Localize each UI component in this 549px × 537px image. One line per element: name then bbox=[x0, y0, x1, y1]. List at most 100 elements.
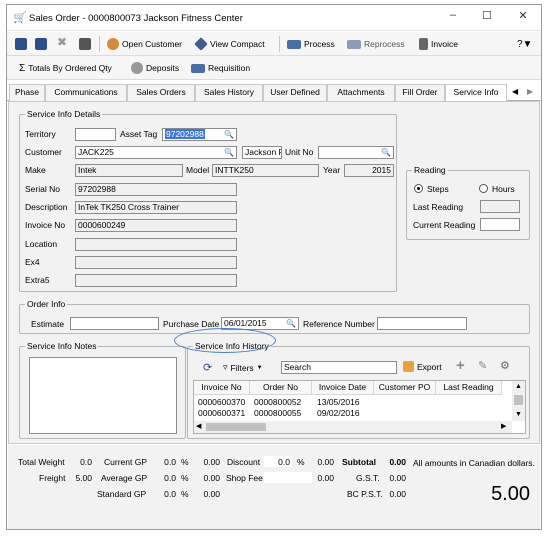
help-button[interactable]: ?▼ bbox=[517, 37, 532, 51]
save-close-button[interactable] bbox=[35, 37, 47, 51]
hours-radio[interactable] bbox=[479, 184, 488, 193]
customer-name-input[interactable]: Jackson Fi bbox=[242, 146, 282, 159]
totals-footer: Total Weight 0.0 Freight 5.00 Current GP… bbox=[8, 445, 540, 529]
average-gp-pct: 0.0 bbox=[164, 473, 176, 483]
requisition-truck-icon bbox=[191, 63, 205, 73]
deposits-button[interactable]: Deposits bbox=[131, 61, 179, 75]
filter-icon: ▿ bbox=[223, 362, 228, 372]
gst-label: G.S.T. bbox=[356, 473, 380, 483]
model-field: INTTK250 bbox=[212, 164, 319, 177]
shop-fee-input[interactable] bbox=[264, 472, 312, 483]
scroll-up-icon[interactable]: ▲ bbox=[515, 383, 522, 390]
pct-sign: % bbox=[181, 489, 189, 499]
save-icon bbox=[15, 38, 27, 50]
tab-scroll-right-icon[interactable]: ▶ bbox=[527, 87, 533, 96]
reference-number-input[interactable] bbox=[377, 317, 467, 330]
print-button[interactable] bbox=[79, 37, 91, 51]
model-label: Model bbox=[186, 165, 210, 175]
process-button[interactable]: Process bbox=[287, 37, 335, 51]
col-customer-po[interactable]: Customer PO bbox=[374, 381, 436, 395]
current-reading-input[interactable] bbox=[480, 218, 520, 231]
col-invoice-date[interactable]: Invoice Date bbox=[312, 381, 374, 395]
subtotal-value: 0.00 bbox=[389, 457, 406, 467]
horizontal-scrollbar[interactable]: ◀ ▶ bbox=[194, 421, 512, 433]
settings-icon[interactable]: ⚙ bbox=[500, 359, 510, 372]
customer-search-icon[interactable]: 🔍 bbox=[224, 147, 234, 158]
reprocess-button[interactable]: Reprocess bbox=[347, 37, 405, 51]
territory-label: Territory bbox=[25, 129, 56, 139]
truck-icon bbox=[287, 39, 301, 49]
pct-sign: % bbox=[181, 473, 189, 483]
refresh-icon[interactable]: ⟳ bbox=[203, 361, 212, 374]
currency-note: All amounts in Canadian dollars. bbox=[413, 458, 535, 468]
table-cell[interactable]: 0000600371 bbox=[198, 408, 245, 416]
table-cell[interactable]: 0000800052 bbox=[254, 397, 301, 407]
col-last-reading[interactable]: Last Reading bbox=[436, 381, 502, 395]
purchase-date-search-icon[interactable]: 🔍 bbox=[286, 318, 296, 329]
open-customer-button[interactable]: Open Customer bbox=[107, 37, 182, 51]
discount-pct: 0.0 bbox=[278, 457, 290, 467]
table-cell[interactable]: 13/05/2016 bbox=[317, 397, 360, 407]
asset-tag-input[interactable]: 97202988 🔍 bbox=[162, 128, 237, 141]
reference-number-label: Reference Number bbox=[303, 319, 375, 329]
table-cell[interactable]: 09/02/2016 bbox=[317, 408, 360, 416]
tab-sales-history[interactable]: Sales History bbox=[195, 84, 263, 101]
customer-icon bbox=[107, 38, 119, 50]
unit-no-search-icon[interactable]: 🔍 bbox=[381, 147, 391, 158]
vertical-scrollbar[interactable]: ▲ ▼ bbox=[512, 381, 525, 421]
save-button[interactable] bbox=[15, 37, 27, 51]
service-info-notes-textarea[interactable] bbox=[29, 357, 177, 434]
col-invoice-no[interactable]: Invoice No bbox=[194, 381, 250, 395]
hours-label: Hours bbox=[492, 184, 515, 194]
make-label: Make bbox=[25, 165, 46, 175]
territory-input[interactable] bbox=[75, 128, 116, 141]
estimate-input[interactable] bbox=[70, 317, 159, 330]
minimize-icon[interactable]: – bbox=[443, 9, 463, 21]
add-icon[interactable]: + bbox=[456, 357, 465, 374]
unit-no-input[interactable]: 🔍 bbox=[318, 146, 394, 159]
table-cell[interactable]: 0000800055 bbox=[254, 408, 301, 416]
title-bar: 🛒 Sales Order - 0000800073 Jackson Fitne… bbox=[7, 5, 541, 31]
tab-communications[interactable]: Communications bbox=[45, 84, 127, 101]
edit-icon[interactable]: ✎ bbox=[478, 359, 487, 372]
unit-no-label: Unit No bbox=[285, 147, 314, 157]
invoice-no-field: 0000600249 bbox=[75, 219, 237, 232]
history-search-input[interactable]: Search bbox=[281, 361, 397, 374]
customer-input[interactable]: JACK225 🔍 bbox=[75, 146, 237, 159]
current-gp-pct: 0.0 bbox=[164, 457, 176, 467]
tab-user-defined[interactable]: User Defined bbox=[263, 84, 327, 101]
invoice-button[interactable]: Invoice bbox=[419, 37, 458, 51]
sales-order-window: 🛒 Sales Order - 0000800073 Jackson Fitne… bbox=[6, 4, 542, 530]
table-cell[interactable]: 0000600370 bbox=[198, 397, 245, 407]
tab-fill-order[interactable]: Fill Order bbox=[395, 84, 445, 101]
sigma-icon: Σ bbox=[19, 62, 26, 74]
delete-button[interactable]: ✖ bbox=[57, 35, 67, 49]
tab-attachments[interactable]: Attachments bbox=[327, 84, 395, 101]
scroll-down-icon[interactable]: ▼ bbox=[515, 411, 522, 418]
totals-button[interactable]: Σ Totals By Ordered Qty bbox=[19, 61, 112, 75]
filters-button[interactable]: ▿ Filters ▼ bbox=[223, 362, 263, 373]
scroll-thumb[interactable] bbox=[514, 395, 523, 405]
serial-no-field: 97202988 bbox=[75, 183, 237, 196]
maximize-icon[interactable]: ☐ bbox=[477, 9, 497, 22]
tab-phase[interactable]: Phase bbox=[9, 84, 45, 101]
current-gp-amount: 0.00 bbox=[203, 457, 220, 467]
scroll-left-icon[interactable]: ◀ bbox=[196, 422, 201, 430]
tab-sales-orders[interactable]: Sales Orders bbox=[127, 84, 195, 101]
customer-label: Customer bbox=[25, 147, 62, 157]
tab-scroll-left-icon[interactable]: ◀ bbox=[512, 87, 518, 96]
total-weight-value: 0.0 bbox=[80, 457, 92, 467]
printer-icon bbox=[79, 38, 91, 50]
col-order-no[interactable]: Order No bbox=[250, 381, 312, 395]
tab-service-info[interactable]: Service Info bbox=[445, 84, 507, 102]
view-compact-button[interactable]: View Compact bbox=[194, 37, 265, 51]
scroll-right-icon[interactable]: ▶ bbox=[501, 422, 506, 430]
export-button[interactable]: Export bbox=[403, 361, 442, 372]
h-scroll-thumb[interactable] bbox=[206, 423, 266, 431]
description-label: Description bbox=[25, 202, 68, 212]
steps-radio[interactable] bbox=[414, 184, 423, 193]
close-icon[interactable]: ✕ bbox=[513, 9, 533, 22]
invoice-icon bbox=[419, 38, 428, 50]
requisition-button[interactable]: Requisition bbox=[191, 61, 250, 75]
asset-tag-search-icon[interactable]: 🔍 bbox=[224, 129, 234, 140]
